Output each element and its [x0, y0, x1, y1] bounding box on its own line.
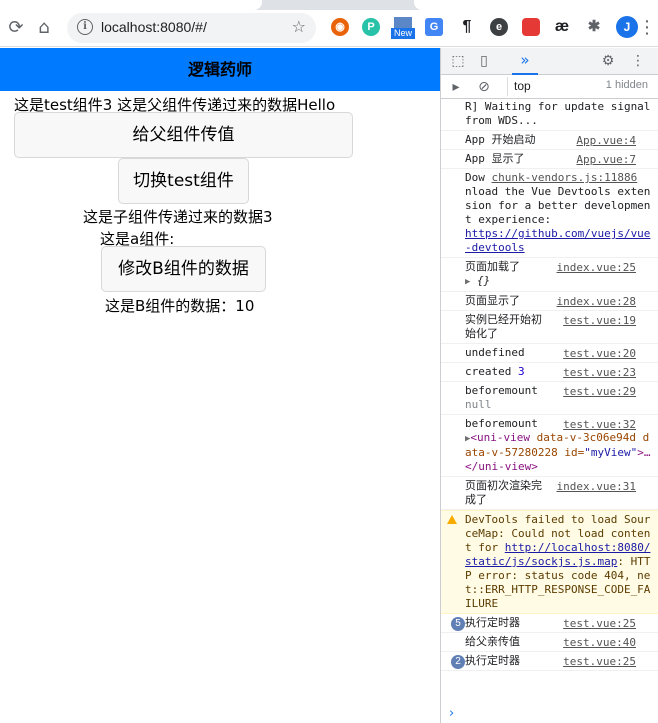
pass-to-parent-button[interactable]: 给父组件传值	[14, 112, 353, 158]
console-message: created 3 test.vue:23	[441, 363, 658, 382]
more-tabs-icon[interactable]: »	[512, 48, 538, 75]
console-message: 实例已经开始初始化了 test.vue:19	[441, 311, 658, 344]
inspect-element-icon[interactable]: ⬚	[449, 52, 467, 70]
source-link[interactable]: test.vue:29	[563, 385, 636, 399]
device-toolbar-icon[interactable]: ▯	[475, 52, 493, 70]
console-message: 页面显示了 index.vue:28	[441, 292, 658, 311]
sidebar-toggle-icon[interactable]: ▸	[447, 78, 465, 96]
child-data-text: 这是子组件传递过来的数据3	[83, 208, 273, 226]
console-message: App 开始启动 App.vue:4	[441, 131, 658, 150]
console-message: 页面加载了 index.vue:25 ▶ {}	[441, 258, 658, 292]
active-tab[interactable]	[0, 0, 262, 10]
devtools-menu-icon[interactable]: ⋮	[629, 52, 647, 70]
source-link[interactable]: test.vue:20	[563, 347, 636, 361]
source-link[interactable]: App.vue:7	[576, 153, 636, 167]
component-b-data: 这是B组件的数据：10	[105, 297, 255, 315]
console-message: 2 执行定时器 test.vue:25	[441, 652, 658, 671]
source-link[interactable]: test.vue:23	[563, 366, 636, 380]
extension-new-icon[interactable]: New	[391, 17, 415, 41]
source-link[interactable]: test.vue:40	[563, 636, 636, 650]
console-message: beforemount test.vue:32 ▶<uni-view data-…	[441, 415, 658, 477]
browser-menu-icon[interactable]: ⋮	[638, 16, 656, 40]
devtools-tabbar: ⬚ ▯ » ⚙ ⋮	[441, 48, 658, 75]
devtools-link[interactable]: https://github.com/vuejs/vue-devtools	[465, 227, 654, 255]
source-link[interactable]: chunk-vendors.js:11886	[492, 171, 638, 184]
settings-gear-icon[interactable]: ⚙	[599, 52, 617, 70]
console-message: 给父亲传值 test.vue:40	[441, 633, 658, 652]
profile-avatar[interactable]: J	[616, 16, 638, 38]
extension-orange-icon[interactable]: ◉	[331, 18, 349, 36]
expand-triangle-icon[interactable]: ▶	[465, 277, 470, 287]
modify-b-button[interactable]: 修改B组件的数据	[101, 246, 266, 292]
context-selector[interactable]: top	[507, 77, 589, 96]
tab-right[interactable]	[414, 0, 658, 10]
repeat-count-badge: 2	[451, 655, 465, 669]
reload-icon[interactable]: ⟳	[4, 16, 28, 40]
home-icon[interactable]: ⌂	[32, 16, 56, 40]
source-link[interactable]: test.vue:25	[563, 655, 636, 669]
devtools-panel: ⬚ ▯ » ⚙ ⋮ ▸ ⊘ top 1 hidden R] Waiting fo…	[441, 48, 658, 723]
browser-toolbar: ⟳ ⌂ i localhost:8080/#/ ☆ ◉ P New G ¶ e …	[0, 10, 658, 47]
console-message: beforemount test.vue:29 null	[441, 382, 658, 415]
navbar-title: 逻辑药师	[0, 48, 440, 91]
console-warning: DevTools failed to load SourceMap: Could…	[441, 510, 658, 614]
console-message: 5 执行定时器 test.vue:25	[441, 614, 658, 633]
console-message: R] Waiting for update signal from WDS...	[441, 100, 658, 131]
console-message: Dow chunk-vendors.js:11886 nload the Vue…	[441, 169, 658, 258]
address-bar[interactable]: i localhost:8080/#/ ☆	[67, 13, 316, 43]
extension-pilcrow-icon[interactable]: ¶	[458, 18, 476, 36]
source-link[interactable]: App.vue:4	[576, 134, 636, 148]
console-message: undefined test.vue:20	[441, 344, 658, 363]
console-log: R] Waiting for update signal from WDS...…	[441, 100, 658, 723]
clear-console-icon[interactable]: ⊘	[475, 78, 493, 96]
source-link[interactable]: index.vue:28	[557, 295, 636, 309]
console-message: 页面初次渲染完成了 index.vue:31	[441, 477, 658, 510]
source-link[interactable]: test.vue:32	[563, 418, 636, 432]
console-message: App 显示了 App.vue:7	[441, 150, 658, 169]
page-viewport: 逻辑药师 这是test组件3 这是父组件传递过来的数据Hello 给父组件传值 …	[0, 48, 440, 723]
tab-strip	[0, 0, 658, 10]
hidden-count: 1 hidden	[605, 79, 648, 91]
extension-red-icon[interactable]	[522, 18, 540, 36]
warning-icon	[447, 515, 457, 524]
extension-e-icon[interactable]: e	[490, 18, 508, 36]
source-link[interactable]: index.vue:25	[557, 261, 636, 275]
source-link[interactable]: index.vue:31	[557, 480, 636, 494]
source-link[interactable]: test.vue:19	[563, 314, 636, 328]
repeat-count-badge: 5	[451, 617, 465, 631]
source-link[interactable]: test.vue:25	[563, 617, 636, 631]
extension-ae-icon[interactable]: æ	[553, 18, 571, 36]
url-text[interactable]: localhost:8080/#/	[101, 19, 207, 35]
bookmark-star-icon[interactable]: ☆	[292, 17, 306, 36]
extensions-puzzle-icon[interactable]: ✱	[585, 18, 603, 36]
toggle-test-button[interactable]: 切换test组件	[118, 158, 249, 204]
console-prompt-icon[interactable]: ›	[449, 706, 454, 721]
extension-p-icon[interactable]: P	[362, 18, 380, 36]
google-translate-icon[interactable]: G	[425, 18, 443, 36]
site-info-icon[interactable]: i	[77, 19, 93, 35]
console-toolbar: ▸ ⊘ top 1 hidden	[441, 75, 658, 99]
